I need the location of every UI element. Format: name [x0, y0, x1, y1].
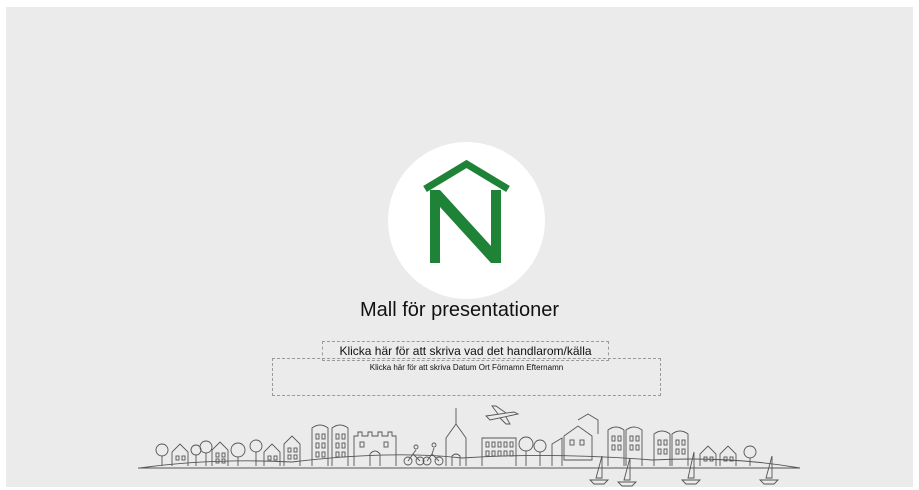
slide-title[interactable]: Mall för presentationer — [6, 299, 913, 322]
info-placeholder[interactable]: Klicka här för att skriva Datum Ort Förn… — [272, 358, 661, 396]
house-n-logo-icon — [423, 159, 510, 263]
slide-canvas: Mall för presentationer Klicka här för a… — [6, 7, 913, 487]
logo — [388, 142, 545, 299]
city-skyline-icon — [138, 405, 801, 487]
